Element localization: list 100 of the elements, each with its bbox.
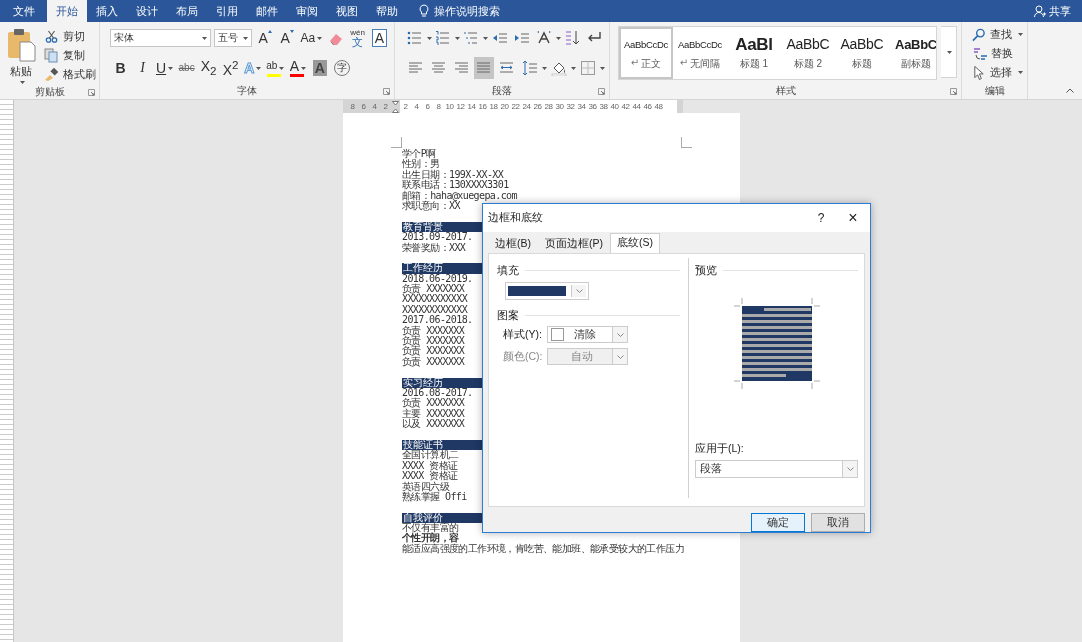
ruler-number: 2 [382,102,389,111]
brush-icon [44,66,59,82]
highlight-control[interactable]: ab [264,57,287,79]
phonetic-guide-control[interactable]: wén 文 [347,27,368,49]
caret-icon [19,81,25,84]
style-item[interactable]: AaBbCcDc ↵ 无间隔 [673,27,727,79]
ok-button[interactable]: 确定 [751,513,805,532]
paste-command[interactable]: 粘贴 [6,26,36,84]
tell-me-search[interactable]: 操作说明搜索 [415,0,504,22]
find-command[interactable]: 查找 [972,26,1023,42]
caret-icon [1018,70,1023,74]
change-case-control[interactable]: Aa [298,27,324,49]
cancel-button[interactable]: 取消 [811,513,865,532]
menu-tab[interactable]: 视图 [327,0,367,22]
document-line: 个性开朗，容 [402,532,459,544]
subscript-toggle[interactable]: X$_{2}$ [198,57,220,79]
shrink-font-control[interactable]: A [276,27,298,49]
ruler-number: 6 [424,102,431,111]
menu-tab[interactable]: 插入 [87,0,127,22]
close-control[interactable]: × [836,208,870,227]
underline-toggle[interactable]: U [154,57,176,79]
italic-toggle[interactable]: I [132,57,153,79]
font-size-field[interactable]: 五号 [213,29,252,47]
apply-to-dropdown[interactable]: 段落 [695,460,858,478]
group-label: 剪贴板 [34,84,65,99]
down-triangle-icon [289,30,294,33]
ruler-number: 14 [466,102,477,111]
dialog-tab[interactable]: 边框(B) [488,233,538,253]
document-line: 以及 XXXXXXX [402,418,465,430]
font-name-field[interactable]: 宋体 [110,29,211,47]
document-line: 邮箱：haha@xuegepa.com [402,189,517,201]
format-painter-command[interactable]: 格式刷 [44,66,96,82]
menu-tab[interactable]: 文件 [0,0,47,22]
strikethrough-toggle[interactable]: abc [176,57,198,79]
replace-icon [972,45,987,61]
select-command[interactable]: 选择 [972,64,1023,80]
document-line: 负责 XXXXXXX [402,335,465,347]
character-border-control[interactable]: A [369,27,390,49]
document-line: 出生日期：199X-XX-XX [402,168,504,180]
ruler-number: 26 [532,102,543,111]
cut-command[interactable]: 剪切 [44,28,96,44]
bold-toggle[interactable]: B [110,57,131,79]
document-line: 熟练掌握 Offi [402,490,467,502]
group-label: 段落 [492,84,512,98]
document-line: 全国计算机二 [402,449,459,461]
caret-icon [1018,32,1023,36]
share-command[interactable]: 共享 [1031,0,1074,22]
ruler-number: 24 [521,102,532,111]
menu-tab[interactable]: 引用 [207,0,247,22]
field-label: 应用于(L): [695,442,745,456]
style-item[interactable]: AaBbC 标题 2 [781,27,835,79]
ruler-number: 6 [360,102,367,111]
grow-font-control[interactable]: A [254,27,276,49]
ruler-number: 38 [598,102,609,111]
ruler-number: 12 [455,102,466,111]
ruler-number: 16 [477,102,488,111]
style-dropdown[interactable]: 清除 [547,326,628,343]
justify-icon[interactable] [474,57,495,79]
ruler-number: 36 [587,102,598,111]
copy-command[interactable]: 复制 [44,47,96,63]
document-line: XXXX 资格证 [402,470,458,482]
ruler-number: 30 [554,102,565,111]
document-line: 主要 XXXXXXX [402,407,465,419]
menu-tab[interactable]: 开始 [47,0,87,22]
dialog-tab[interactable]: 底纹(S) [610,232,660,253]
style-item[interactable]: AaBbC 标题 [835,27,889,79]
ruler-number: 2 [402,102,409,111]
ruler-number: 46 [642,102,653,111]
ruler-number: 22 [510,102,521,111]
ruler-number: 4 [413,102,420,111]
dialog-tab[interactable]: 页面边框(P) [538,233,610,253]
menu-tab[interactable]: 布局 [167,0,207,22]
document-line: 负责 XXXXXXX [402,397,465,409]
ruler-number: 10 [444,102,455,111]
field-label: 样式(Y): [503,327,541,342]
chevron-icon [616,332,624,337]
fill-color-dropdown[interactable] [505,281,589,300]
scissors-icon [44,28,59,44]
help-control[interactable]: ? [806,210,836,225]
style-item[interactable]: AaBbCcDc ↵ 正文 [619,27,673,79]
replace-command[interactable]: 替换 [972,45,1023,61]
style-item[interactable]: AaBl 标题 1 [727,27,781,79]
menu-tab[interactable]: 审阅 [287,0,327,22]
group-label: 样式 [775,84,796,98]
document-line: 2013.09-2017. [402,231,473,243]
document-line: 能适应高强度的工作环境，肯吃苦、能加班、能承受较大的工作压力 [402,542,684,554]
document-line: 英语四六级 [402,480,449,492]
lightbulb-icon [419,4,429,18]
group-label: 字体 [237,84,257,98]
up-triangle-icon [267,30,272,33]
gallery-more-button[interactable] [941,26,957,78]
menu-tab[interactable]: 设计 [127,0,167,22]
menu-tab[interactable]: 邮件 [247,0,287,22]
style-item[interactable]: AaBbC 副标题 [889,27,937,79]
document-line: 学个P啊 [402,148,436,159]
font-color-control[interactable]: A [287,57,309,79]
field-label: 颜色(C): [503,349,541,364]
menu-tab[interactable]: 帮助 [367,0,407,22]
superscript-toggle[interactable]: X$^{2}$ [220,57,242,79]
ruler-number: 42 [620,102,631,111]
